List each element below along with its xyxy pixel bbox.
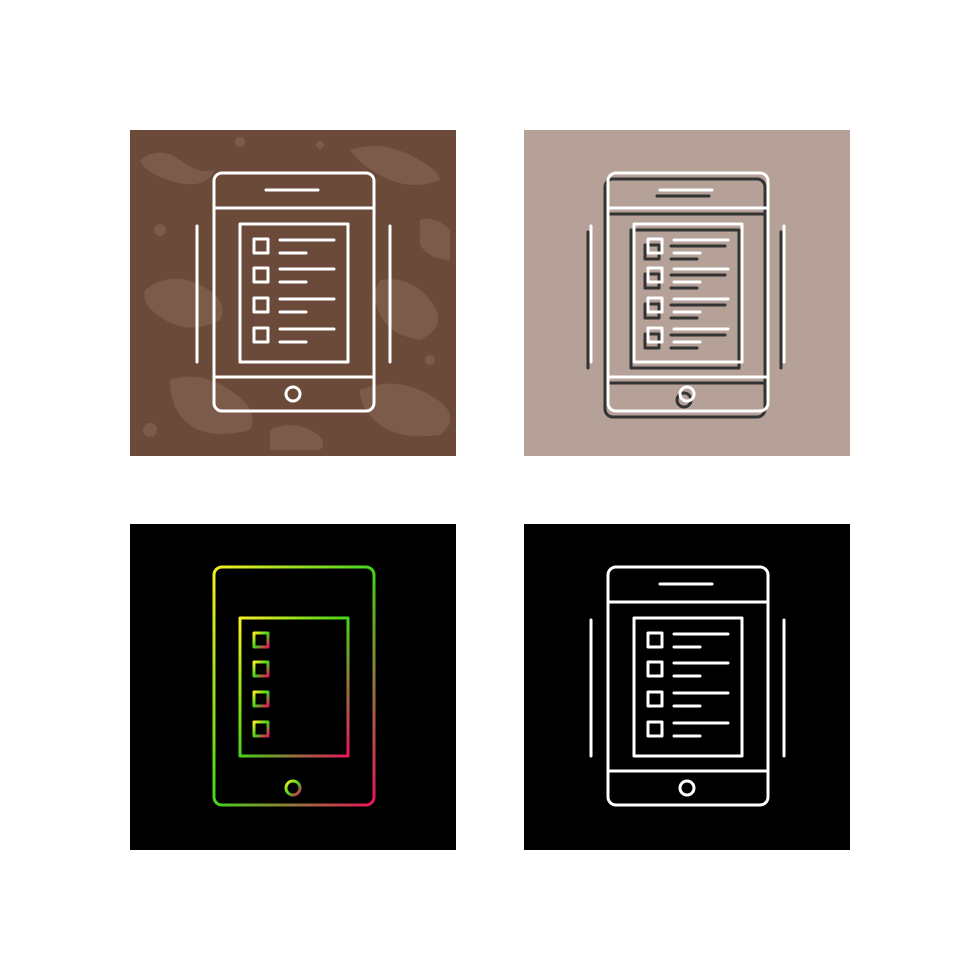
icon-tile-shadowed — [524, 130, 850, 456]
icon-tile-gradient — [130, 524, 456, 850]
icon-tile-outline — [524, 524, 850, 850]
icon-outline — [589, 171, 786, 413]
tablet-checklist-icon — [195, 565, 392, 807]
tablet-checklist-icon — [589, 565, 786, 807]
icon-set-canvas: { "variants": [ { "id": "grunge", "icon"… — [0, 0, 980, 980]
tablet-checklist-icon — [195, 171, 392, 413]
icon-tile-grunge — [130, 130, 456, 456]
tablet-checklist-icon — [586, 171, 786, 419]
